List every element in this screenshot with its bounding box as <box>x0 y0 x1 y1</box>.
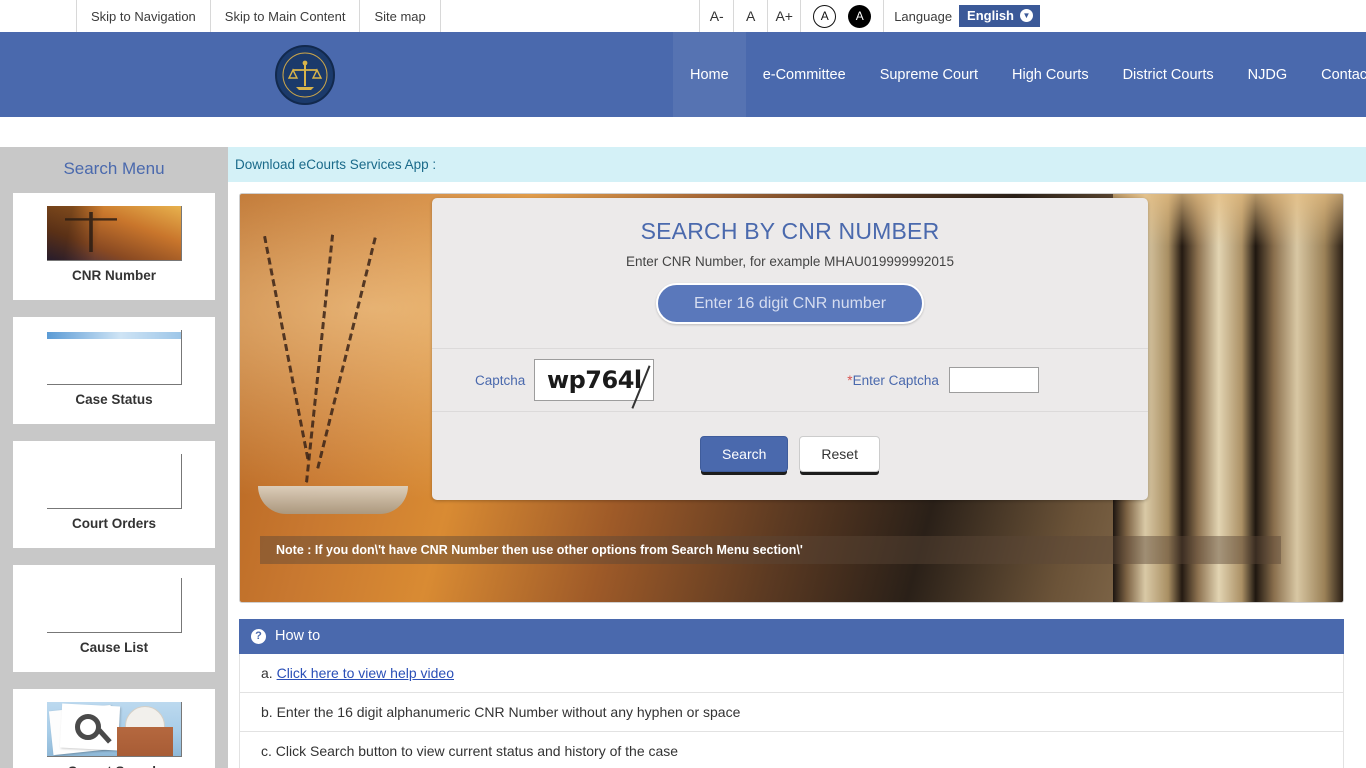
how-to-text: Enter the 16 digit alphanumeric CNR Numb… <box>276 704 741 720</box>
captcha-text: wp764l <box>546 366 642 394</box>
reset-button[interactable]: Reset <box>799 436 880 472</box>
sidebar-item-cause-list[interactable]: Cause List <box>13 565 215 672</box>
sidebar-item-caveat-search[interactable]: Caveat Search <box>13 689 215 768</box>
sidebar-item-label: Cause List <box>79 640 149 655</box>
cnr-search-hero: SEARCH BY CNR NUMBER Enter CNR Number, f… <box>239 193 1344 603</box>
sidebar-item-cnr-number[interactable]: CNR Number <box>13 193 215 300</box>
list-marker: a. <box>261 665 273 681</box>
courtroom-scales-image <box>46 206 182 261</box>
sidebar-item-case-status[interactable]: Case Status <box>13 317 215 424</box>
language-dropdown[interactable]: English ▼ <box>959 5 1040 27</box>
court-orders-image <box>46 454 182 509</box>
list-marker: b. <box>261 704 273 720</box>
nav-item-home[interactable]: Home <box>673 32 746 117</box>
scale-pan-decoration <box>258 486 408 514</box>
language-value: English <box>967 8 1014 23</box>
page-title: SEARCH BY CNR NUMBER <box>640 218 940 244</box>
sidebar-item-label: CNR Number <box>71 268 156 283</box>
nav-item-supreme-court[interactable]: Supreme Court <box>863 32 995 117</box>
sidebar-item-label: Court Orders <box>71 516 156 531</box>
sidebar-item-label: Case Status <box>75 392 153 407</box>
page-body: Search Menu CNR Number Case Status Court… <box>0 147 1366 768</box>
captcha-display-group: Captcha wp764l <box>475 359 655 401</box>
question-mark-icon: ? <box>251 628 266 644</box>
enter-captcha-label: *Enter Captcha <box>847 373 939 388</box>
main-content: Download eCourts Services App : SEARCH B… <box>228 147 1366 768</box>
font-normal-button[interactable]: A <box>733 0 767 32</box>
hero-note: Note : If you don\'t have CNR Number the… <box>260 536 1281 564</box>
font-decrease-button[interactable]: A- <box>699 0 733 32</box>
nav-item-high-courts[interactable]: High Courts <box>995 32 1106 117</box>
header-divider <box>0 117 1366 147</box>
case-status-image <box>46 330 182 385</box>
how-to-heading: How to <box>275 628 321 644</box>
dome-shape <box>124 706 165 728</box>
chain-decoration <box>316 237 377 469</box>
skip-links: Skip to Navigation Skip to Main Content … <box>76 0 441 32</box>
main-navigation: Home e-Committee Supreme Court High Cour… <box>673 32 1366 117</box>
cause-list-image <box>46 578 182 633</box>
ecourts-logo[interactable] <box>275 44 335 105</box>
help-video-link[interactable]: Click here to view help video <box>277 665 454 681</box>
site-map-link[interactable]: Site map <box>359 0 441 32</box>
list-marker: c. <box>261 743 272 759</box>
download-app-banner: Download eCourts Services App : <box>228 147 1366 182</box>
how-to-section: ? How to a. Click here to view help vide… <box>239 619 1344 768</box>
captcha-label: Captcha <box>475 372 526 388</box>
enter-captcha-text: Enter Captcha <box>852 372 939 388</box>
magnifier-supreme-court-image <box>46 702 182 757</box>
contrast-high-icon[interactable]: A <box>848 4 872 28</box>
site-header: Home e-Committee Supreme Court High Cour… <box>0 32 1366 117</box>
magnifier-icon <box>74 714 101 740</box>
how-to-row-a: a. Click here to view help video <box>239 654 1344 693</box>
language-label: Language <box>894 8 953 24</box>
how-to-row-c: c. Click Search button to view current s… <box>239 732 1344 768</box>
skip-to-main-content-link[interactable]: Skip to Main Content <box>209 0 361 32</box>
accessibility-topbar: Skip to Navigation Skip to Main Content … <box>0 0 1366 32</box>
how-to-header: ? How to <box>239 619 1344 654</box>
scales-of-justice-icon <box>282 52 328 97</box>
chain-decoration <box>304 234 335 484</box>
how-to-text: Click Search button to view current stat… <box>275 743 679 759</box>
nav-item-njdg[interactable]: NJDG <box>1231 32 1304 117</box>
sidebar-item-court-orders[interactable]: Court Orders <box>13 441 215 548</box>
sidebar-item-label: Caveat Search <box>67 764 160 768</box>
chain-decoration <box>263 235 310 463</box>
nav-item-contact-us[interactable]: Contact Us <box>1304 32 1366 117</box>
skip-to-navigation-link[interactable]: Skip to Navigation <box>76 0 211 32</box>
captcha-input[interactable] <box>948 367 1039 393</box>
nav-item-e-committee[interactable]: e-Committee <box>746 32 863 117</box>
cnr-card-header: SEARCH BY CNR NUMBER Enter CNR Number, f… <box>432 198 1148 348</box>
contrast-controls: A A <box>801 0 885 32</box>
font-increase-button[interactable]: A+ <box>767 0 802 32</box>
captcha-row: Captcha wp764l *Enter Captcha <box>432 348 1148 412</box>
captcha-entry-group: *Enter Captcha <box>847 367 1039 393</box>
cnr-search-card: SEARCH BY CNR NUMBER Enter CNR Number, f… <box>432 198 1148 500</box>
cnr-action-buttons: Search Reset <box>432 412 1148 500</box>
cnr-number-input[interactable] <box>656 283 924 324</box>
building-shape <box>116 727 173 756</box>
captcha-image: wp764l <box>534 359 655 401</box>
nav-item-district-courts[interactable]: District Courts <box>1106 32 1231 117</box>
search-menu-sidebar: Search Menu CNR Number Case Status Court… <box>0 147 228 768</box>
accessibility-controls: A- A A+ A A Language English ▼ <box>699 0 1040 32</box>
search-button[interactable]: Search <box>700 436 789 472</box>
language-selector[interactable]: Language English ▼ <box>884 0 1040 32</box>
contrast-normal-icon[interactable]: A <box>813 4 837 28</box>
chevron-down-icon: ▼ <box>1020 9 1033 22</box>
how-to-row-b: b. Enter the 16 digit alphanumeric CNR N… <box>239 693 1344 732</box>
cnr-subtitle: Enter CNR Number, for example MHAU019999… <box>626 254 954 269</box>
sidebar-title: Search Menu <box>63 159 165 178</box>
